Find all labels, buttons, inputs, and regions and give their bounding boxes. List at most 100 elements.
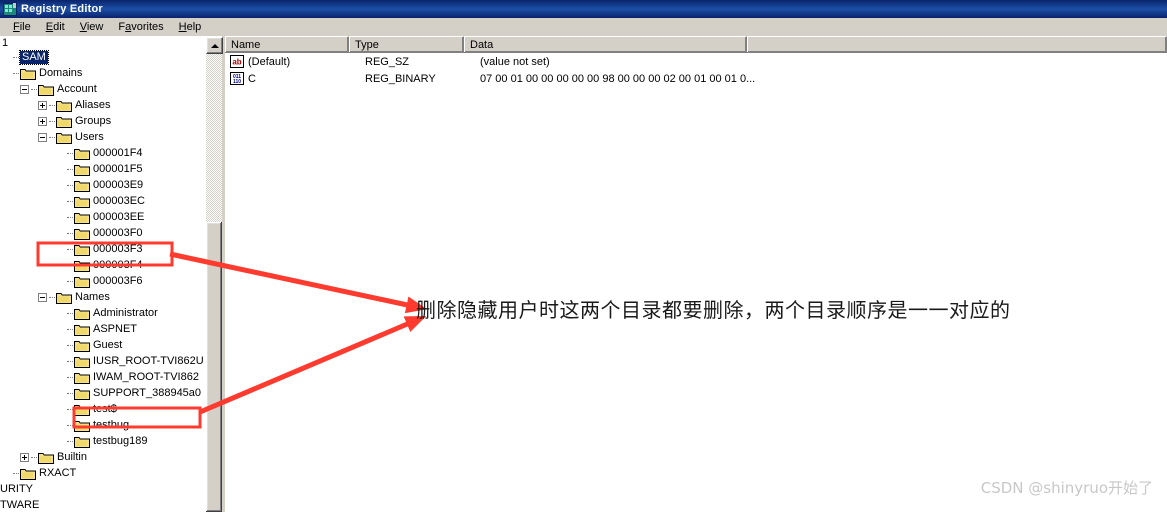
tree-node-label: Users [75, 130, 104, 143]
tree-expander-minus-icon[interactable] [20, 84, 29, 94]
tree-node-000003f4[interactable]: 000003F4 [0, 257, 204, 273]
tree-node-testbug189[interactable]: testbug189 [0, 433, 204, 449]
tree-node-guest[interactable]: Guest [0, 337, 204, 353]
values-list-row[interactable]: 011 110 C REG_BINARY 07 00 01 00 00 00 00 00… [225, 70, 1167, 87]
tree-scroll-area[interactable]: 1 SAM Domains Account Aliases Groups Users 000… [0, 37, 205, 512]
tree-connector [13, 472, 19, 474]
tree-node-iwam-root-tvi862[interactable]: IWAM_ROOT-TVI862 [0, 369, 204, 385]
tree-node-label: ASPNET [93, 322, 138, 335]
folder-icon [56, 131, 72, 144]
tree-node-administrator[interactable]: Administrator [0, 305, 204, 321]
tree-node-label: 000003F0 [93, 226, 143, 239]
tree-node-groups[interactable]: Groups [0, 113, 204, 129]
menu-item-view[interactable]: View [73, 19, 112, 35]
tree-node-aliases[interactable]: Aliases [0, 97, 204, 113]
tree-node-000001f5[interactable]: 000001F5 [0, 161, 204, 177]
scrollbar-thumb[interactable] [206, 222, 222, 512]
tree-connector [67, 392, 73, 394]
reg-sz-icon: ab [230, 55, 244, 68]
tree-node-label: 000003F4 [93, 258, 143, 271]
tree-expander-plus-icon[interactable] [38, 100, 47, 110]
tree-node-label: Groups [75, 114, 112, 127]
tree-node-000003f6[interactable]: 000003F6 [0, 273, 204, 289]
tree-node-000003e9[interactable]: 000003E9 [0, 177, 204, 193]
tree-node-label: IWAM_ROOT-TVI862 [93, 370, 199, 383]
tree-expander-minus-icon[interactable] [38, 292, 47, 302]
tree-node-sam[interactable]: SAM [0, 49, 204, 65]
tree-node-testbug[interactable]: testbug [0, 417, 204, 433]
tree-node-iusr-root-tvi862u[interactable]: IUSR_ROOT-TVI862U [0, 353, 204, 369]
tree-node-000003ec[interactable]: 000003EC [0, 193, 204, 209]
tree-node-000001f4[interactable]: 000001F4 [0, 145, 204, 161]
tree-connector [67, 328, 73, 330]
tree-node-label: RXACT [39, 466, 77, 479]
column-header-name[interactable]: Name [225, 36, 349, 52]
registry-editor-icon [3, 2, 17, 16]
folder-icon [74, 387, 90, 400]
tree-node-label: 000001F4 [93, 146, 143, 159]
tree-node-domains[interactable]: Domains [0, 65, 204, 81]
tree-connector [67, 312, 73, 314]
tree-connector [67, 184, 73, 186]
menu-item-file[interactable]: File [6, 19, 39, 35]
tree-connector [67, 216, 73, 218]
title-bar: Registry Editor [0, 0, 1167, 18]
column-header-type[interactable]: Type [349, 36, 464, 52]
menu-bar: File Edit View Favorites Help [0, 18, 1167, 36]
tree-node-000003f3[interactable]: 000003F3 [0, 241, 204, 257]
tree-node-label: Builtin [57, 450, 87, 463]
tree-node-rxact[interactable]: RXACT [0, 465, 204, 481]
value-type: REG_BINARY [365, 72, 436, 85]
values-list-row[interactable]: ab (Default) REG_SZ (value not set) [225, 53, 1167, 70]
tree-connector [67, 232, 73, 234]
tree-connector [67, 360, 73, 362]
tree-node-test-[interactable]: test$ [0, 401, 204, 417]
tree-node-label: testbug189 [93, 434, 148, 447]
registry-tree[interactable]: SAM Domains Account Aliases Groups Users 00000… [0, 49, 204, 481]
tree-node-label: 000001F5 [93, 162, 143, 175]
tree-node-account[interactable]: Account [0, 81, 204, 97]
tree-node-support-388945a0[interactable]: SUPPORT_388945a0 [0, 385, 204, 401]
tree-root-partial-label: 1 [2, 37, 9, 49]
tree-node-partial[interactable]: TWARE [0, 497, 39, 512]
tree-expander-plus-icon[interactable] [38, 116, 47, 126]
tree-node-label: Guest [93, 338, 123, 351]
scroll-up-button[interactable] [206, 37, 223, 54]
tree-node-label: Account [57, 82, 97, 95]
tree-node-000003f0[interactable]: 000003F0 [0, 225, 204, 241]
tree-node-partial[interactable]: URITY [0, 481, 39, 497]
menu-item-help[interactable]: Help [172, 19, 210, 35]
column-header-filler [747, 36, 1167, 52]
tree-connector [67, 376, 73, 378]
menu-item-edit[interactable]: Edit [39, 19, 73, 35]
folder-icon [74, 307, 90, 320]
tree-connector [67, 424, 73, 426]
values-list-pane: Name Type Data ab (Default) REG_SZ (value n… [225, 36, 1167, 512]
folder-icon [74, 419, 90, 432]
folder-icon [20, 67, 36, 80]
tree-node-label: test$ [93, 402, 117, 415]
tree-expander-minus-icon[interactable] [38, 132, 47, 142]
tree-node-000003ee[interactable]: 000003EE [0, 209, 204, 225]
tree-node-label: IUSR_ROOT-TVI862U [93, 354, 204, 367]
menu-item-favorites[interactable]: Favorites [111, 19, 171, 35]
tree-connector [67, 264, 73, 266]
values-list-body[interactable]: ab (Default) REG_SZ (value not set) 011 110 C R… [225, 53, 1167, 87]
tree-connector [49, 120, 55, 122]
values-list-header: Name Type Data [225, 36, 1167, 53]
tree-node-names[interactable]: Names [0, 289, 204, 305]
folder-icon [56, 291, 72, 304]
registry-tree-pane: 1 SAM Domains Account Aliases Groups Users 000… [0, 36, 223, 512]
folder-icon [56, 99, 72, 112]
tree-node-builtin[interactable]: Builtin [0, 449, 204, 465]
scroll-up-arrow-icon [210, 43, 219, 48]
svg-text:ab: ab [232, 58, 241, 67]
column-header-data[interactable]: Data [464, 36, 747, 52]
tree-node-aspnet[interactable]: ASPNET [0, 321, 204, 337]
tree-node-label: 000003EE [93, 210, 145, 223]
tree-vertical-scrollbar[interactable] [205, 37, 223, 512]
folder-icon [56, 115, 72, 128]
tree-node-users[interactable]: Users [0, 129, 204, 145]
tree-expander-plus-icon[interactable] [20, 452, 29, 462]
reg-binary-icon: 011 110 [230, 72, 244, 85]
